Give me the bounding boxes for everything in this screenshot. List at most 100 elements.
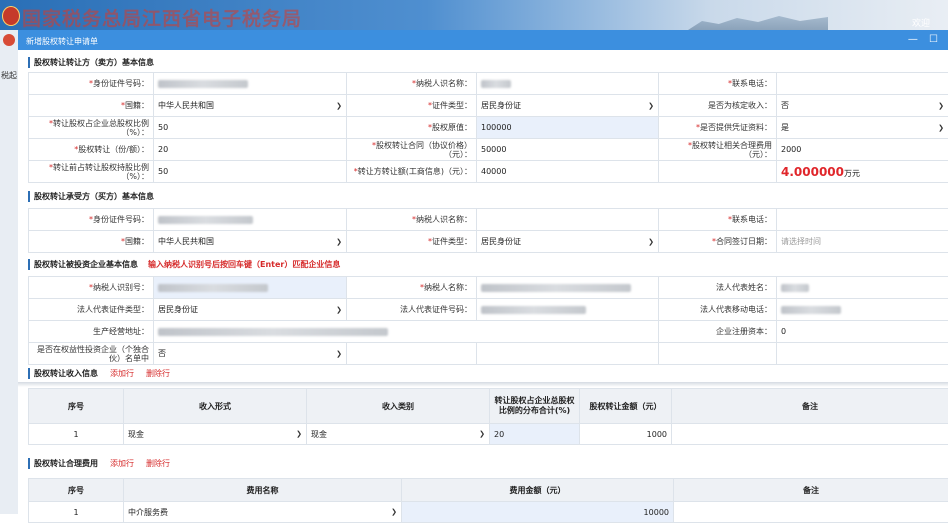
- home-icon[interactable]: [3, 34, 15, 46]
- transferee-form: *身份证件号码： *纳税人识名称： *联系电话： *国籍： 中华人民共和国❯ *…: [28, 208, 948, 253]
- new-equity-transfer-dialog: 新增股权转让申请单 — ☐ 股权转让转让方（卖方）基本信息 *身份证件号码： *…: [18, 30, 948, 514]
- tax-emblem-icon: [2, 6, 20, 26]
- expense-note-field[interactable]: [674, 502, 948, 523]
- transferor-id-no-field[interactable]: [154, 73, 347, 95]
- income-form-select[interactable]: 现金 ❯: [124, 424, 307, 445]
- required-mark: *: [372, 141, 376, 150]
- required-mark: *: [121, 101, 125, 110]
- label-investee-taxid: *纳税人识别号：: [29, 277, 154, 299]
- label-before-ratio: *转让前占转让股权持股比例（%）：: [29, 161, 154, 183]
- transferee-id-type-select[interactable]: 居民身份证❯: [477, 231, 659, 253]
- col-header: 费用金额（元）: [402, 479, 674, 502]
- site-title: 国家税务总局江西省电子税务局: [22, 4, 302, 30]
- income-form-value: 现金: [128, 429, 144, 440]
- label-transfer-ratio: *转让股权占企业总股权比例（%）：: [29, 117, 154, 139]
- legal-name-field[interactable]: [777, 277, 948, 299]
- amount-big-value: 4.000000: [781, 165, 844, 179]
- required-mark: *: [89, 215, 93, 224]
- transferee-name-field[interactable]: [477, 209, 659, 231]
- id-type-select[interactable]: 居民身份证❯: [477, 95, 659, 117]
- chevron-down-icon: ❯: [296, 430, 302, 438]
- required-mark: *: [428, 123, 432, 132]
- table-row: 1 现金❯ 现金❯ 20 1000: [29, 424, 948, 445]
- verified-income-select[interactable]: 否❯: [777, 95, 948, 117]
- shares-field[interactable]: 20: [154, 139, 347, 161]
- income-amount-field[interactable]: 1000: [580, 424, 672, 445]
- sign-date-placeholder: 请选择时间: [781, 237, 821, 246]
- expense-table: 序号 费用名称 费用金额（元） 备注 1 中介服务费❯ 10000: [28, 478, 948, 523]
- label-address: 生产经营地址：: [29, 321, 154, 343]
- redacted-value: [481, 306, 586, 314]
- required-mark: *: [688, 141, 692, 150]
- legal-id-type-select[interactable]: 居民身份证❯: [154, 299, 347, 321]
- reasonable-fee-field[interactable]: 2000: [777, 139, 948, 161]
- income-category-value: 现金: [311, 429, 327, 440]
- col-header: 收入类别: [307, 389, 490, 424]
- redacted-value: [158, 216, 253, 224]
- transfer-ratio-field[interactable]: 50: [154, 117, 347, 139]
- amount-in-ten-thousand: 4.000000万元: [777, 161, 948, 183]
- income-note-field[interactable]: [672, 424, 948, 445]
- label-nationality: *国籍：: [29, 95, 154, 117]
- investee-section-title: 股权转让被投资企业基本信息输入纳税人识别号后按回车键（Enter）匹配企业信息: [28, 259, 340, 270]
- transferee-phone-field[interactable]: [777, 209, 948, 231]
- transferee-nationality-select[interactable]: 中华人民共和国❯: [154, 231, 347, 253]
- col-header: 序号: [29, 389, 124, 424]
- contract-price-field[interactable]: 50000: [477, 139, 659, 161]
- equity-list-select[interactable]: 否❯: [154, 343, 347, 365]
- nationality-select[interactable]: 中华人民共和国 ❯: [154, 95, 347, 117]
- label-transferee-phone: *联系电话：: [659, 209, 777, 231]
- label-verified-income: 是否为核定收入：: [659, 95, 777, 117]
- required-mark: *: [412, 215, 416, 224]
- label-sign-date: *合同签订日期：: [659, 231, 777, 253]
- col-header: 备注: [674, 479, 948, 502]
- redacted-value: [158, 284, 268, 292]
- amount-unit: 万元: [844, 169, 860, 178]
- expense-section-title: 股权转让合理费用添加行删除行: [28, 458, 170, 469]
- empty-cell: [777, 343, 948, 365]
- label-legal-id-type: 法人代表证件类型：: [29, 299, 154, 321]
- required-mark: *: [428, 237, 432, 246]
- expense-name-select[interactable]: 中介服务费❯: [124, 502, 402, 523]
- income-section-title: 股权转让收入信息 添加行 删除行: [28, 368, 170, 379]
- left-sidebar: 税起: [0, 30, 19, 514]
- transferee-id-no-field[interactable]: [154, 209, 347, 231]
- expense-add-row-button[interactable]: 添加行: [110, 459, 134, 468]
- income-delete-row-button[interactable]: 删除行: [146, 369, 170, 378]
- investee-taxid-field[interactable]: [154, 277, 347, 299]
- legal-phone-field[interactable]: [777, 299, 948, 321]
- nationality-value: 中华人民共和国: [158, 100, 214, 111]
- dialog-window-controls[interactable]: — ☐: [908, 34, 942, 45]
- commerce-amount-field[interactable]: 40000: [477, 161, 659, 183]
- income-section-text: 股权转让收入信息: [34, 369, 98, 378]
- transferor-phone-field[interactable]: [777, 73, 948, 95]
- original-value-field[interactable]: 100000: [477, 117, 659, 139]
- transferor-name-field[interactable]: [477, 73, 659, 95]
- required-mark: *: [74, 145, 78, 154]
- col-header: 备注: [672, 389, 948, 424]
- chevron-down-icon: ❯: [336, 102, 342, 110]
- required-mark: *: [420, 283, 424, 292]
- expense-amount-field[interactable]: 10000: [402, 502, 674, 523]
- legal-id-no-field[interactable]: [477, 299, 659, 321]
- voucher-select[interactable]: 是❯: [777, 117, 948, 139]
- investee-section-text: 股权转让被投资企业基本信息: [34, 260, 138, 269]
- required-mark: *: [121, 237, 125, 246]
- capital-field[interactable]: 0: [777, 321, 948, 343]
- expense-delete-row-button[interactable]: 删除行: [146, 459, 170, 468]
- income-add-row-button[interactable]: 添加行: [110, 369, 134, 378]
- label-commerce-amount: *转让方转让额(工商信息)（元）：: [347, 161, 477, 183]
- income-ratio-field[interactable]: 20: [490, 424, 580, 445]
- sign-date-picker[interactable]: 请选择时间: [777, 231, 948, 253]
- chevron-down-icon: ❯: [336, 350, 342, 358]
- before-ratio-field[interactable]: 50: [154, 161, 347, 183]
- label-transferee-nationality: *国籍：: [29, 231, 154, 253]
- address-field[interactable]: [154, 321, 659, 343]
- section-divider: [18, 382, 948, 387]
- label-capital: 企业注册资本：: [659, 321, 777, 343]
- investee-name-field[interactable]: [477, 277, 659, 299]
- income-category-select[interactable]: 现金❯: [307, 424, 490, 445]
- chevron-down-icon: ❯: [938, 124, 944, 132]
- required-mark: *: [49, 119, 53, 128]
- label-investee-name: *纳税人名称：: [347, 277, 477, 299]
